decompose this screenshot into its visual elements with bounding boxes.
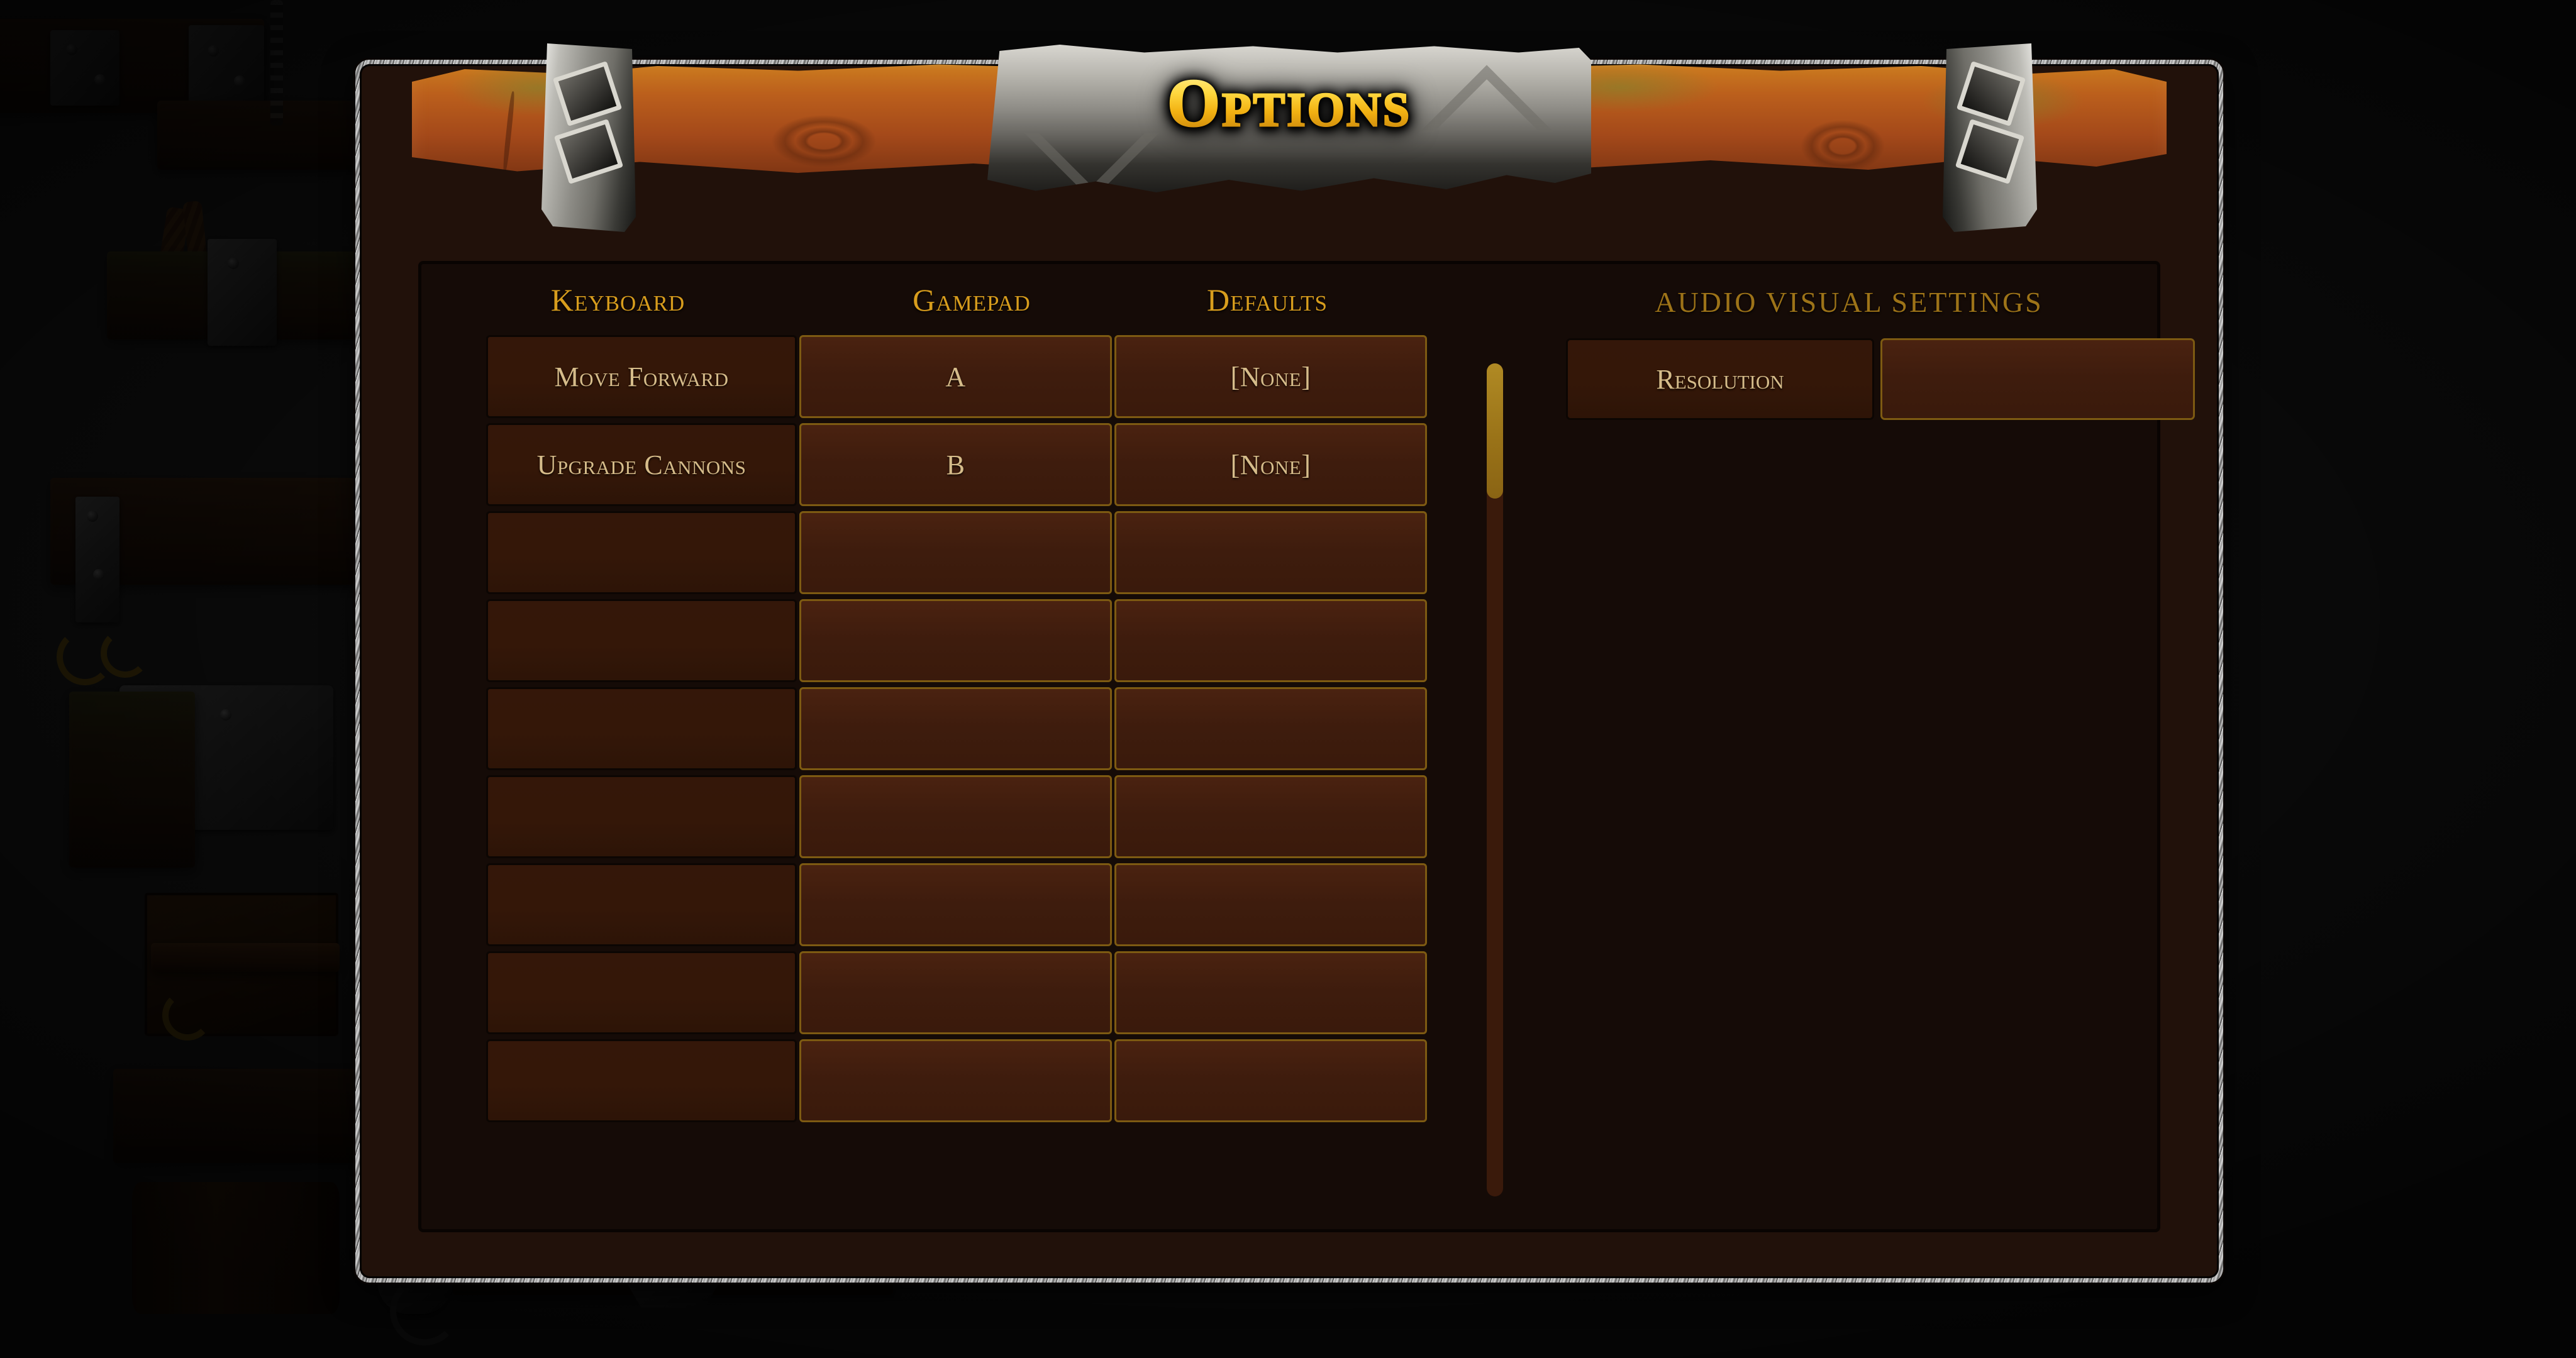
binding-defaults-cell[interactable]	[1114, 599, 1427, 682]
table-row	[486, 775, 1430, 858]
binding-gamepad-cell[interactable]	[799, 599, 1112, 682]
column-header-keyboard: Keyboard	[550, 282, 686, 317]
table-row	[486, 863, 1430, 946]
binding-action-cell[interactable]	[486, 687, 797, 770]
binding-defaults-cell[interactable]	[1114, 687, 1427, 770]
bindings-column-headers: Keyboard Gamepad Defaults	[421, 282, 1406, 318]
options-window: Options Keyboard Gamepad Defaults Move F…	[355, 43, 2223, 1283]
audio-visual-section: AUDIO VISUAL SETTINGS Resolution	[1535, 264, 2195, 1229]
binding-defaults-cell[interactable]: [None]	[1114, 423, 1427, 506]
binding-defaults-cell[interactable]	[1114, 951, 1427, 1034]
binding-gamepad-cell[interactable]	[799, 863, 1112, 946]
table-row: Move Forward A [None]	[486, 335, 1430, 418]
table-row	[486, 687, 1430, 770]
table-row	[486, 511, 1430, 594]
options-content-panel: Keyboard Gamepad Defaults Move Forward A…	[418, 261, 2195, 1232]
binding-defaults-cell[interactable]	[1114, 1039, 1427, 1122]
binding-gamepad-cell[interactable]	[799, 1039, 1112, 1122]
binding-action-cell[interactable]	[486, 511, 797, 594]
binding-action-cell[interactable]: Move Forward	[486, 335, 797, 418]
binding-defaults-cell[interactable]	[1114, 775, 1427, 858]
list-item: Resolution	[1566, 338, 2195, 420]
binding-action-cell[interactable]	[486, 1039, 797, 1122]
bindings-scrollbar[interactable]	[1487, 363, 1503, 1196]
binding-defaults-cell[interactable]	[1114, 511, 1427, 594]
table-row	[486, 951, 1430, 1034]
binding-gamepad-cell[interactable]: B	[799, 423, 1112, 506]
binding-action-cell[interactable]	[486, 863, 797, 946]
setting-value-resolution[interactable]	[1880, 338, 2195, 420]
binding-gamepad-cell[interactable]: A	[799, 335, 1112, 418]
audio-visual-title: AUDIO VISUAL SETTINGS	[1655, 286, 2043, 318]
column-header-defaults: Defaults	[1207, 282, 1328, 317]
key-bindings-section: Keyboard Gamepad Defaults Move Forward A…	[421, 264, 1503, 1229]
binding-action-cell[interactable]	[486, 951, 797, 1034]
binding-defaults-cell[interactable]	[1114, 863, 1427, 946]
binding-action-cell[interactable]	[486, 775, 797, 858]
binding-gamepad-cell[interactable]	[799, 951, 1112, 1034]
column-header-gamepad: Gamepad	[913, 282, 1031, 317]
table-row: Upgrade Cannons B [None]	[486, 423, 1430, 506]
binding-action-cell[interactable]	[486, 599, 797, 682]
table-row	[486, 599, 1430, 682]
binding-action-cell[interactable]: Upgrade Cannons	[486, 423, 797, 506]
table-row	[486, 1039, 1430, 1122]
setting-label-resolution: Resolution	[1566, 338, 1874, 420]
binding-gamepad-cell[interactable]	[799, 687, 1112, 770]
bindings-rows: Move Forward A [None] Upgrade Cannons B …	[486, 335, 1430, 1127]
scrollbar-thumb[interactable]	[1487, 363, 1503, 499]
binding-gamepad-cell[interactable]	[799, 775, 1112, 858]
binding-gamepad-cell[interactable]	[799, 511, 1112, 594]
binding-defaults-cell[interactable]: [None]	[1114, 335, 1427, 418]
audio-visual-rows: Resolution	[1566, 338, 2195, 426]
